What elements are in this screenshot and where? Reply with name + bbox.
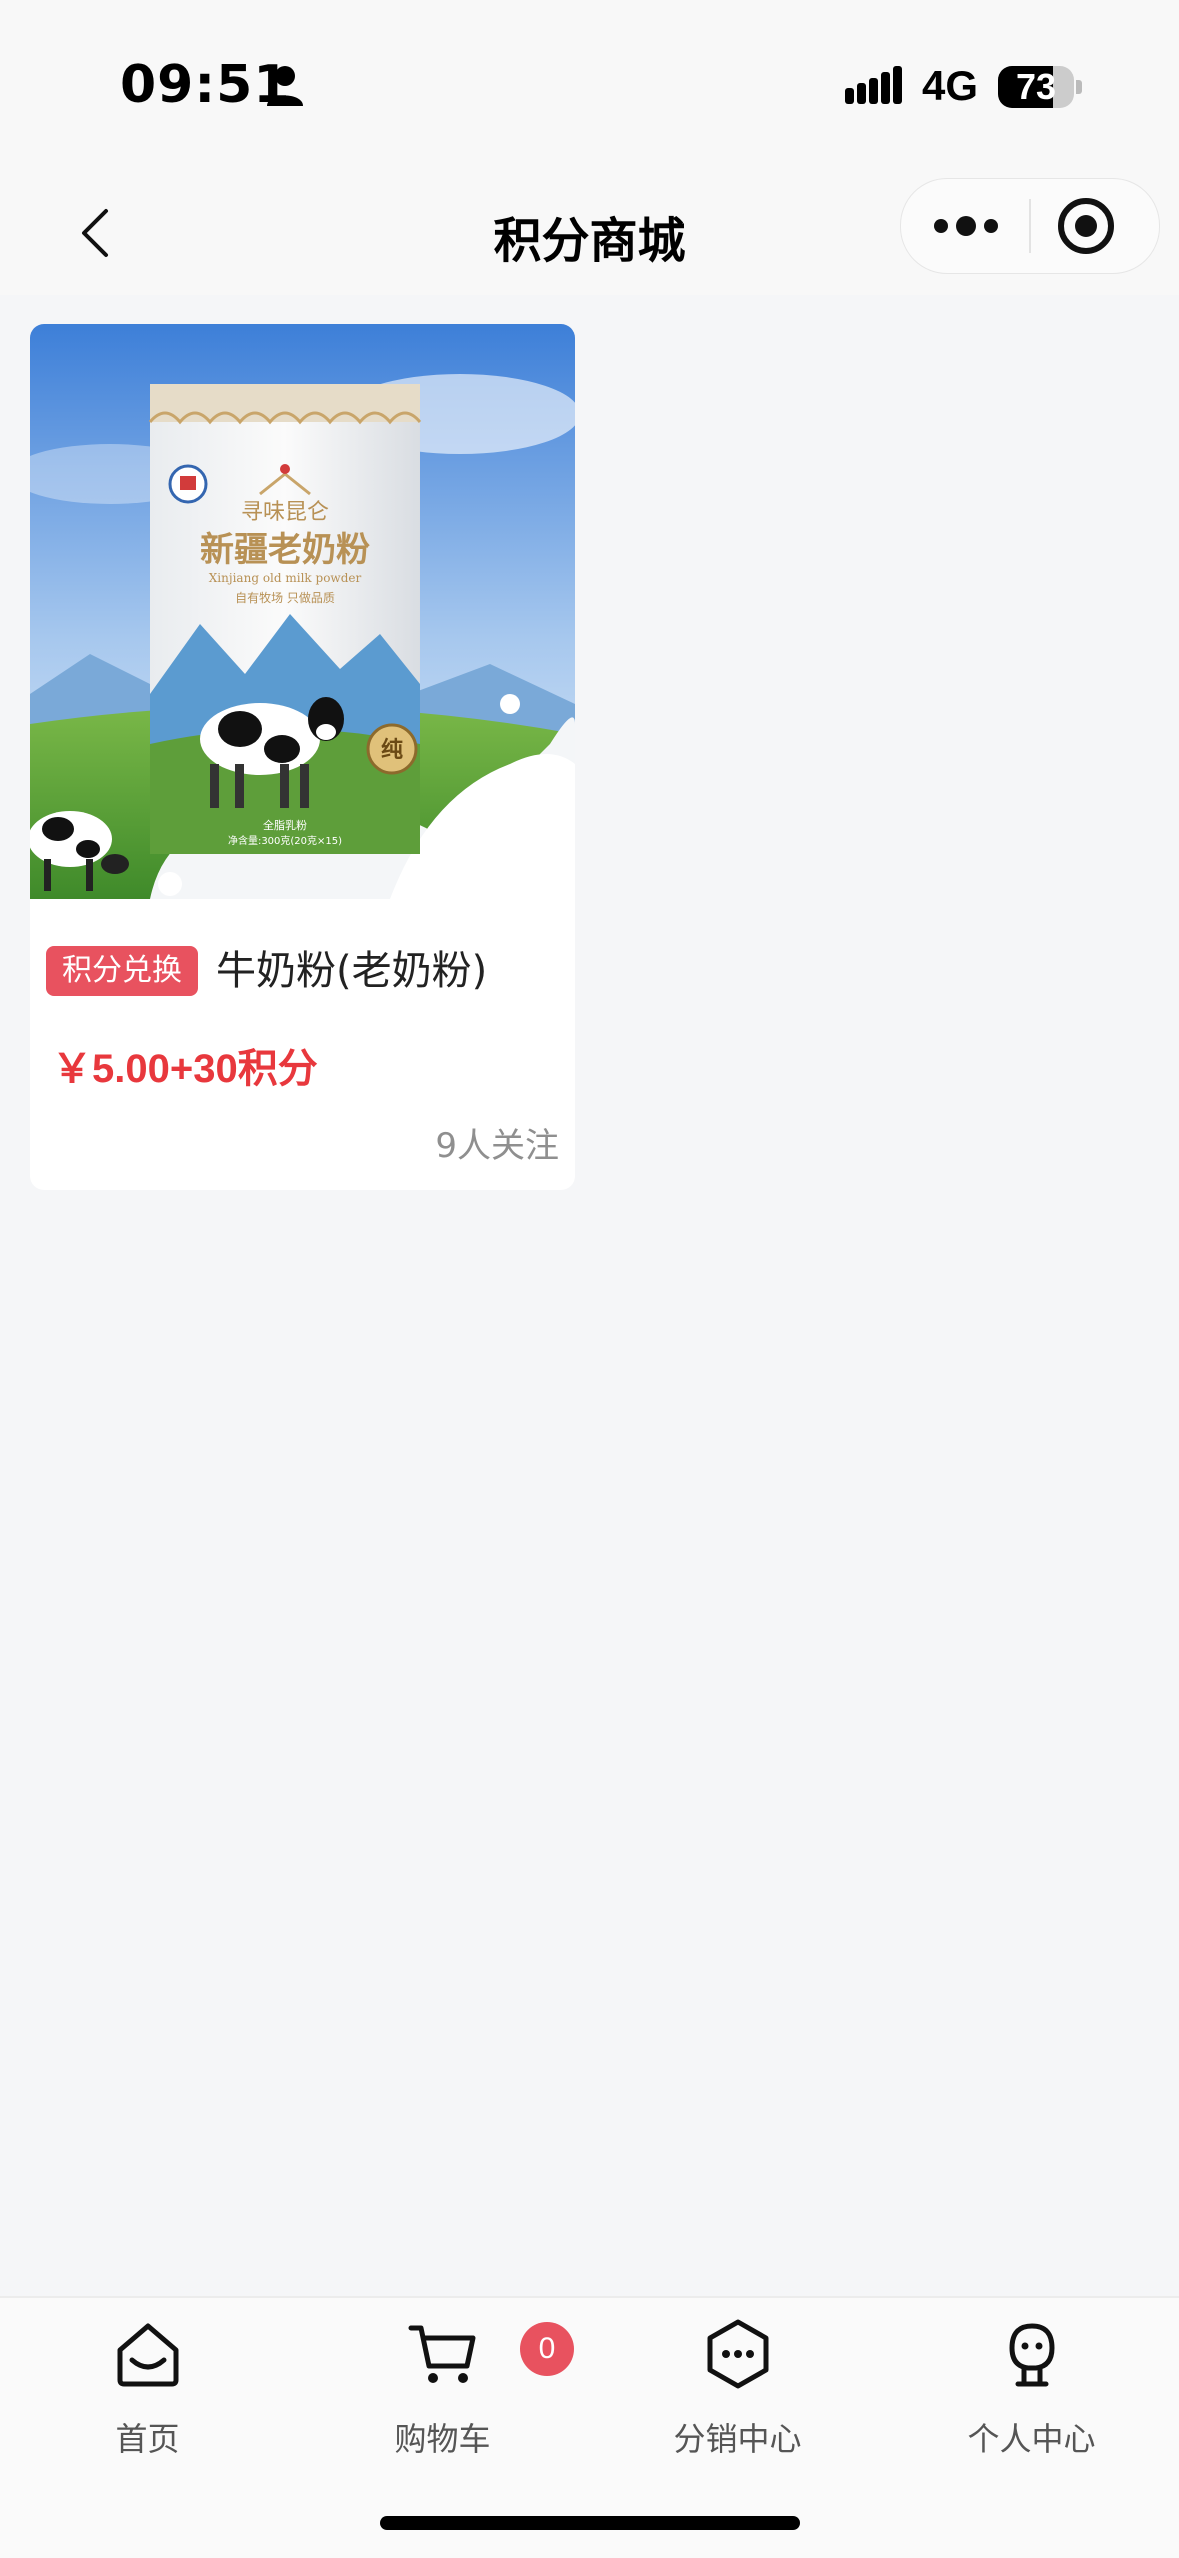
tab-profile-label: 个人中心 xyxy=(967,2420,1096,2458)
tab-distribution-label: 分销中心 xyxy=(673,2420,802,2458)
product-card[interactable]: 寻味昆仑 新疆老奶粉 Xinjiang old milk powder 自有牧场… xyxy=(30,324,575,1190)
person-icon xyxy=(267,66,303,106)
bag-subtitle: Xinjiang old milk powder xyxy=(209,571,362,585)
cart-icon xyxy=(408,2325,476,2383)
mini-program-capsule xyxy=(900,178,1160,274)
follow-count: 9人关注 xyxy=(435,1126,559,1166)
bag-seal: 纯 xyxy=(381,737,403,763)
product-name[interactable]: 牛奶粉(老奶粉) xyxy=(216,938,487,996)
bag-brand: 寻味昆仑 xyxy=(241,500,329,525)
product-image[interactable]: 寻味昆仑 新疆老奶粉 Xinjiang old milk powder 自有牧场… xyxy=(30,324,575,899)
points-exchange-badge: 积分兑换 xyxy=(46,946,198,996)
network-label: 4G xyxy=(922,62,979,109)
close-miniprogram-icon[interactable] xyxy=(1053,193,1119,259)
bag-type: 全脂乳粉 xyxy=(263,818,307,832)
distribution-icon xyxy=(707,2319,769,2389)
battery-icon: 73 xyxy=(998,66,1074,108)
status-bar: 09:51 4G 73 xyxy=(0,0,1179,175)
bag-net: 净含量:300克(20克×15) xyxy=(228,834,342,847)
battery-cap xyxy=(1076,80,1082,94)
tab-distribution[interactable]: 分销中心 xyxy=(590,2298,885,2478)
tab-profile[interactable]: 个人中心 xyxy=(884,2298,1179,2478)
home-indicator[interactable] xyxy=(380,2516,800,2530)
nav-bar: 积分商城 xyxy=(0,175,1179,295)
tab-home-label: 首页 xyxy=(115,2420,180,2458)
battery-level: 73 xyxy=(1015,66,1057,107)
capsule-divider xyxy=(1029,199,1031,253)
product-price: ￥5.00+30积分 xyxy=(52,1047,318,1091)
cart-count-badge: 0 xyxy=(520,2322,574,2376)
more-icon[interactable] xyxy=(931,196,1001,256)
signal-icon xyxy=(845,66,902,104)
tab-cart-label: 购物车 xyxy=(394,2420,491,2458)
bag-slogan: 自有牧场 只做品质 xyxy=(235,590,335,605)
tab-home[interactable]: 首页 xyxy=(0,2298,295,2478)
bag-title: 新疆老奶粉 xyxy=(200,530,370,570)
profile-icon xyxy=(1009,2323,1055,2387)
home-icon xyxy=(117,2323,179,2387)
